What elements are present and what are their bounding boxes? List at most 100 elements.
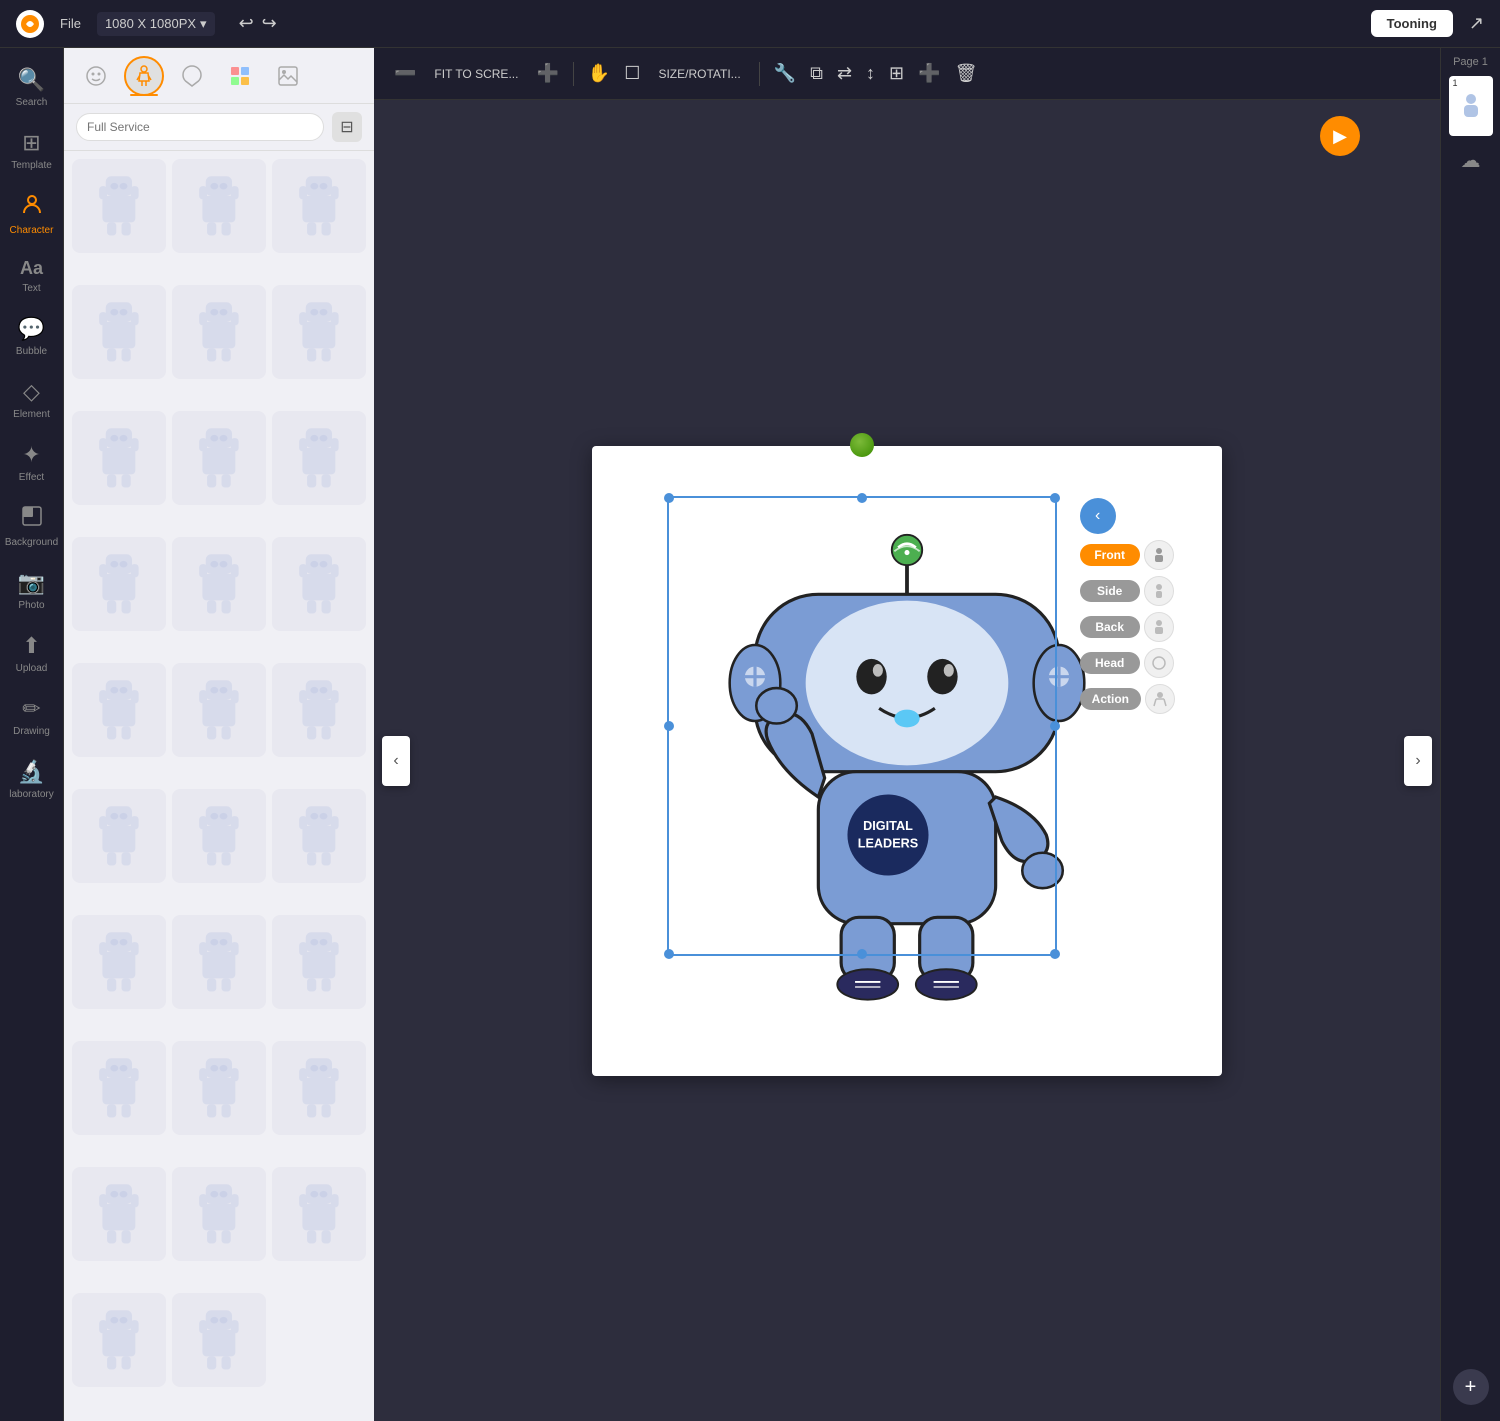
list-item[interactable]: [72, 1167, 166, 1261]
pose-action-icon: [1145, 684, 1175, 714]
file-menu[interactable]: File: [60, 16, 81, 31]
list-item[interactable]: [172, 411, 266, 505]
size-rotation-button[interactable]: SIZE/ROTATI...: [650, 63, 748, 85]
list-item[interactable]: [272, 1167, 366, 1261]
list-item[interactable]: [272, 285, 366, 379]
sidebar-item-element[interactable]: ◇ Element: [0, 369, 64, 430]
text-icon: Aa: [20, 258, 43, 279]
crop-button[interactable]: ⧉: [806, 59, 827, 88]
character-svg: DIGITAL LEADERS: [717, 531, 1097, 1012]
filter-button[interactable]: ⊟: [332, 112, 362, 142]
body-tool-button[interactable]: [124, 56, 164, 96]
pose-toggle-button[interactable]: ‹: [1080, 498, 1116, 534]
list-item[interactable]: [172, 285, 266, 379]
background-icon: [21, 505, 43, 533]
style-tool-button[interactable]: [172, 56, 212, 96]
sidebar-item-text[interactable]: Aa Text: [0, 248, 64, 304]
list-item[interactable]: [72, 159, 166, 253]
redo-button[interactable]: ↪: [262, 13, 277, 34]
sidebar-item-effect[interactable]: ✦ Effect: [0, 432, 64, 493]
list-item[interactable]: [272, 411, 366, 505]
color-tool-button[interactable]: [220, 56, 260, 96]
face-tool-button[interactable]: [76, 56, 116, 96]
main-layout: 🔍 Search ⊞ Template Character Aa Text 💬 …: [0, 48, 1500, 1421]
list-item[interactable]: [72, 663, 166, 757]
list-item[interactable]: [272, 537, 366, 631]
rotate-handle[interactable]: [850, 433, 874, 457]
align-button[interactable]: ⊞: [885, 59, 908, 88]
upload-icon: ⬆: [22, 633, 40, 659]
list-item[interactable]: [172, 915, 266, 1009]
list-item[interactable]: [172, 1167, 266, 1261]
page-thumb-preview: [1456, 91, 1486, 121]
page-thumbnail[interactable]: 1: [1449, 76, 1493, 136]
list-item[interactable]: [172, 789, 266, 883]
delete-button[interactable]: 🗑: [951, 59, 982, 88]
list-item[interactable]: [172, 663, 266, 757]
list-item[interactable]: [172, 537, 266, 631]
canvas-prev-button[interactable]: ‹: [382, 736, 410, 786]
image-tool-button[interactable]: [268, 56, 308, 96]
sidebar: 🔍 Search ⊞ Template Character Aa Text 💬 …: [0, 48, 64, 1421]
pose-side-icon: [1144, 576, 1174, 606]
template-icon: ⊞: [22, 130, 40, 156]
adjust-button[interactable]: 🔧: [770, 59, 800, 88]
sidebar-item-drawing[interactable]: ✏ Drawing: [0, 686, 64, 747]
resize-handle-top-right[interactable]: [1050, 493, 1060, 503]
svg-text:DIGITAL: DIGITAL: [863, 818, 913, 832]
flip-v-button[interactable]: ↕: [862, 59, 879, 88]
resize-handle-top-center[interactable]: [857, 493, 867, 503]
canvas-size-selector[interactable]: 1080 X 1080PX ▾: [97, 12, 215, 36]
right-panel: Page 1 1 ☁ +: [1440, 48, 1500, 1421]
cloud-button[interactable]: ☁: [1461, 148, 1481, 173]
toolbar-divider: [573, 62, 574, 86]
share-button[interactable]: ↗: [1469, 13, 1484, 34]
list-item[interactable]: [72, 1293, 166, 1387]
sidebar-item-upload[interactable]: ⬆ Upload: [0, 623, 64, 684]
list-item[interactable]: [272, 1041, 366, 1135]
add-button[interactable]: ➕: [914, 59, 944, 88]
tooning-button[interactable]: Tooning: [1371, 10, 1453, 37]
pose-back-icon: [1144, 612, 1174, 642]
undo-button[interactable]: ↩: [239, 13, 254, 34]
character-panel: ⊟: [64, 48, 374, 1421]
pose-front-icon: [1144, 540, 1174, 570]
list-item[interactable]: [72, 285, 166, 379]
list-item[interactable]: [72, 537, 166, 631]
list-item[interactable]: [172, 1041, 266, 1135]
fit-to-screen-button[interactable]: FIT TO SCRE...: [426, 63, 526, 85]
list-item[interactable]: [272, 915, 366, 1009]
sidebar-item-bubble[interactable]: 💬 Bubble: [0, 306, 64, 367]
list-item[interactable]: [172, 159, 266, 253]
add-page-button[interactable]: +: [1453, 1369, 1489, 1405]
canvas-frame[interactable]: DIGITAL LEADERS: [592, 446, 1222, 1076]
flip-h-button[interactable]: ⇄: [833, 59, 856, 88]
select-tool-button[interactable]: ☐: [620, 59, 644, 88]
play-button[interactable]: ▶: [1320, 116, 1360, 156]
list-item[interactable]: [72, 411, 166, 505]
sidebar-item-template[interactable]: ⊞ Template: [0, 120, 64, 181]
list-item[interactable]: [72, 915, 166, 1009]
list-item[interactable]: [272, 663, 366, 757]
page-label: Page 1: [1453, 56, 1488, 68]
resize-handle-top-left[interactable]: [664, 493, 674, 503]
list-item[interactable]: [272, 789, 366, 883]
sidebar-item-photo[interactable]: 📷 Photo: [0, 560, 64, 621]
list-item[interactable]: [272, 159, 366, 253]
list-item[interactable]: [72, 789, 166, 883]
panel-search-bar: ⊟: [64, 104, 374, 151]
sidebar-item-search[interactable]: 🔍 Search: [0, 57, 64, 118]
resize-handle-bottom-left[interactable]: [664, 949, 674, 959]
resize-handle-middle-left[interactable]: [664, 721, 674, 731]
page-number: 1: [1453, 78, 1458, 88]
search-input[interactable]: [76, 113, 324, 141]
sidebar-item-character[interactable]: Character: [0, 183, 64, 246]
list-item[interactable]: [172, 1293, 266, 1387]
canvas-next-button[interactable]: ›: [1404, 736, 1432, 786]
list-item[interactable]: [72, 1041, 166, 1135]
zoom-out-button[interactable]: ➖: [390, 59, 420, 88]
zoom-in-button[interactable]: ➕: [532, 59, 562, 88]
hand-tool-button[interactable]: ✋: [584, 59, 614, 88]
sidebar-item-background[interactable]: Background: [0, 495, 64, 558]
sidebar-item-laboratory[interactable]: 🔬 laboratory: [0, 749, 64, 810]
